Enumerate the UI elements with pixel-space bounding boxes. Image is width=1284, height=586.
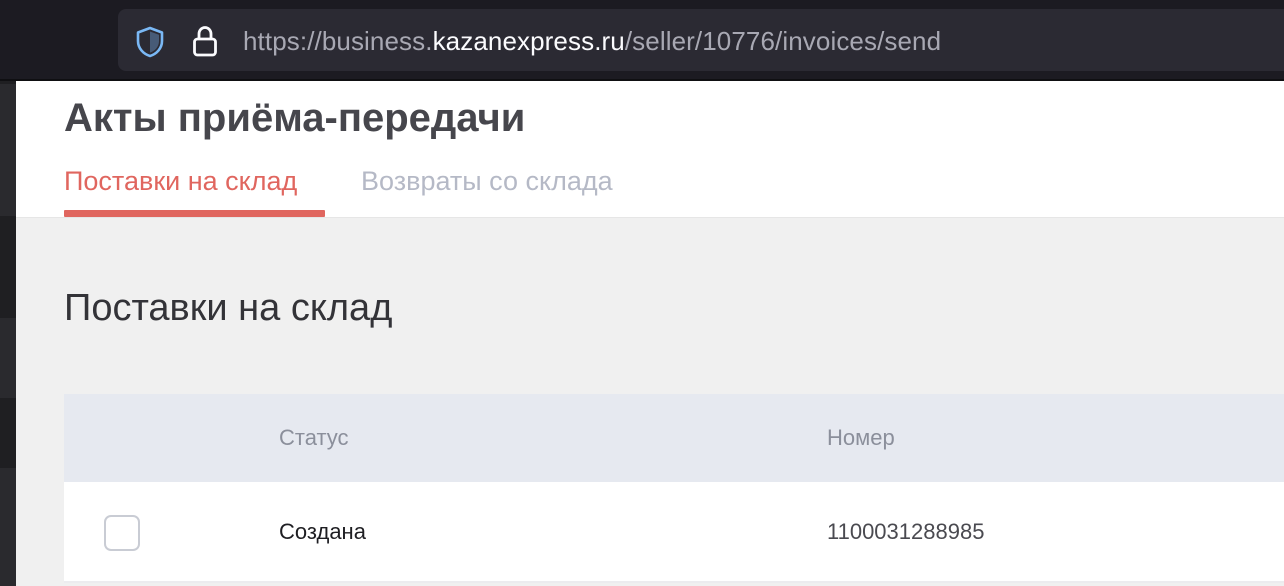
sidebar-segment — [0, 216, 16, 318]
row-status: Создана — [279, 519, 366, 544]
sidebar-strip — [0, 81, 16, 586]
table-row[interactable]: Создана 1100031288985 — [64, 482, 1284, 583]
column-header-status[interactable]: Статус — [279, 424, 349, 452]
sidebar-segment — [0, 398, 16, 468]
active-tab-indicator — [64, 210, 325, 217]
row-checkbox[interactable] — [104, 515, 140, 551]
page-content: Акты приёма-передачи Поставки на склад В… — [16, 81, 1284, 586]
page-header: Акты приёма-передачи Поставки на склад В… — [16, 81, 1284, 218]
page-title: Акты приёма-передачи — [64, 96, 526, 140]
tab-returns[interactable]: Возвраты со склада — [361, 164, 613, 198]
tab-deliveries[interactable]: Поставки на склад — [64, 164, 297, 198]
url-prefix: https://business. — [243, 26, 433, 56]
invoices-table: Статус Номер Создана 1100031288985 — [64, 394, 1284, 583]
section-title: Поставки на склад — [64, 287, 393, 329]
url-text[interactable]: https://business.kazanexpress.ru/seller/… — [243, 24, 941, 58]
table-header: Статус Номер — [64, 394, 1284, 482]
sidebar-segment — [0, 81, 16, 84]
url-path: /seller/10776/invoices/send — [624, 26, 942, 56]
column-header-number[interactable]: Номер — [827, 424, 895, 452]
browser-toolbar: https://business.kazanexpress.ru/seller/… — [0, 0, 1284, 81]
lock-icon[interactable] — [191, 24, 219, 58]
url-domain: kazanexpress.ru — [432, 26, 625, 56]
shield-icon[interactable] — [135, 26, 165, 58]
row-number: 1100031288985 — [827, 519, 985, 544]
